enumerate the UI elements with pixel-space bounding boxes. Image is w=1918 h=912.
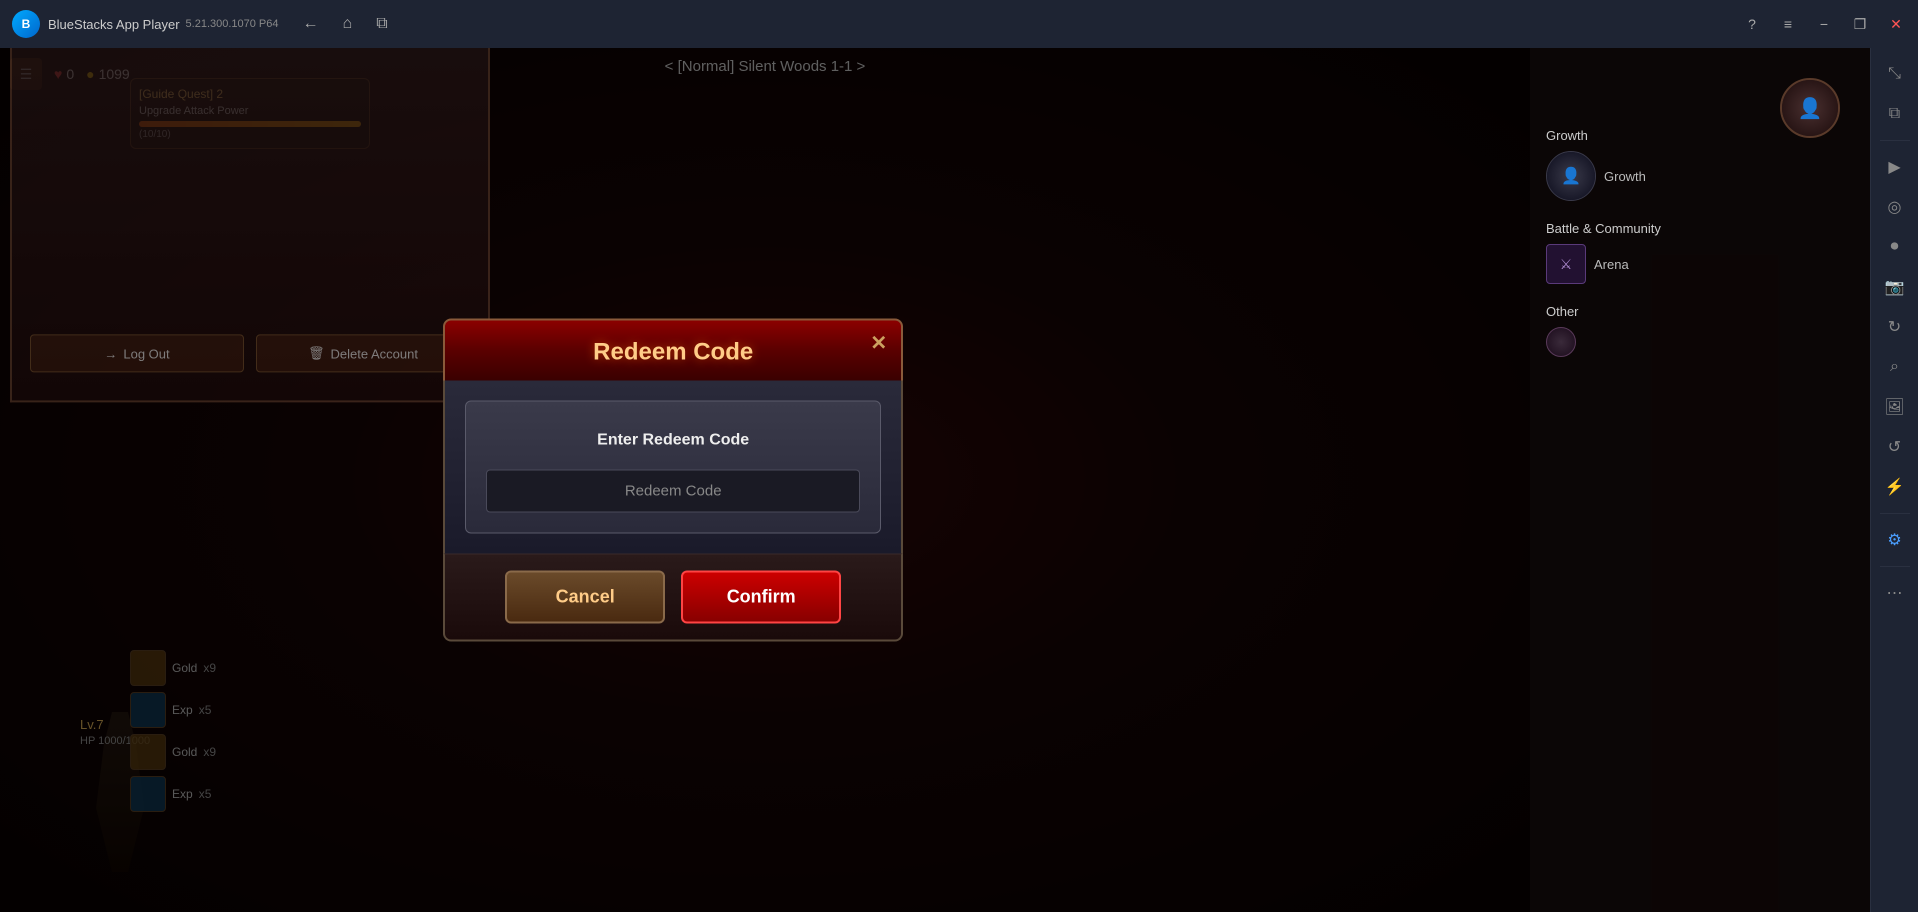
app-title: BlueStacks App Player <box>48 17 180 32</box>
battle-section: Battle & Community ⚔ Arena <box>1546 221 1854 284</box>
bluestacks-sidebar: ⤡ ⧉ ▶ ◎ ⏺ 📷 ↻ ⌕ 🖼 ↺ ⚡ ⚙ ⋯ <box>1870 48 1918 912</box>
redeem-body: Enter Redeem Code <box>443 381 903 554</box>
bs-rotate-btn[interactable]: ↻ <box>1877 309 1913 345</box>
other-content <box>1546 327 1854 357</box>
game-background: ☰ ♥ 0 ● 1099 < [Normal] Silent Woods 1-1… <box>0 48 1530 912</box>
cancel-button[interactable]: Cancel <box>505 571 665 624</box>
separator-2 <box>1880 513 1910 514</box>
battle-symbol: ⚔ <box>1560 256 1573 273</box>
growth-label-text: Growth <box>1604 169 1646 184</box>
confirm-button[interactable]: Confirm <box>681 571 841 624</box>
delete-icon-bg: 🗑 <box>308 345 325 361</box>
maximize-button[interactable]: ❐ <box>1850 14 1870 34</box>
separator-3 <box>1880 566 1910 567</box>
bs-search-btn[interactable]: ⌕ <box>1877 349 1913 385</box>
delete-account-button-bg: 🗑 Delete Account <box>256 334 470 372</box>
redeem-close-button[interactable]: ✕ <box>870 331 887 356</box>
minimize-button[interactable]: − <box>1814 14 1834 34</box>
arena-label: Arena <box>1594 257 1629 272</box>
avatar: 👤 <box>1780 78 1840 138</box>
redeem-footer: Cancel Confirm <box>443 554 903 642</box>
settings-modal-background: Settings ✕ → Log Out 🗑 Delete Account <box>10 48 490 402</box>
bs-record-btn[interactable]: ⏺ <box>1877 229 1913 265</box>
bs-camera-btn[interactable]: ◎ <box>1877 189 1913 225</box>
growth-section: Growth 👤 Growth <box>1546 128 1854 201</box>
home-button[interactable]: ⌂ <box>339 11 357 37</box>
other-icon <box>1546 327 1576 357</box>
redeem-input-area: Enter Redeem Code <box>465 401 881 534</box>
growth-content: 👤 Growth <box>1546 151 1854 201</box>
bs-settings-btn[interactable]: ⚙ <box>1877 522 1913 558</box>
menu-button[interactable]: ≡ <box>1778 14 1798 34</box>
bs-macro-btn[interactable]: ⚡ <box>1877 469 1913 505</box>
settings-body: → Log Out 🗑 Delete Account <box>10 48 490 402</box>
other-title: Other <box>1546 304 1854 319</box>
bs-photo-btn[interactable]: 🖼 <box>1877 389 1913 425</box>
multi-button[interactable]: ⧉ <box>372 11 391 37</box>
delete-label-bg: Delete Account <box>331 346 418 361</box>
redeem-code-input[interactable] <box>486 470 860 513</box>
redeem-title: Redeem Code <box>593 339 753 366</box>
growth-icon: 👤 <box>1561 166 1581 186</box>
settings-bottom-row: → Log Out 🗑 Delete Account <box>30 334 470 372</box>
back-button[interactable]: ← <box>299 11 323 37</box>
logout-icon-bg: → <box>104 346 117 361</box>
close-button[interactable]: ✕ <box>1886 14 1906 34</box>
game-right-panel: 👤 Growth 👤 Growth Battle & Community ⚔ A… <box>1530 48 1870 912</box>
bs-screenshot-btn[interactable]: 📷 <box>1877 269 1913 305</box>
help-button[interactable]: ? <box>1742 14 1762 34</box>
titlebar: B BlueStacks App Player 5.21.300.1070 P6… <box>0 0 1918 48</box>
bs-video-btn[interactable]: ▶ <box>1877 149 1913 185</box>
logout-button-bg: → Log Out <box>30 334 244 372</box>
battle-community-title: Battle & Community <box>1546 221 1854 236</box>
titlebar-nav: ← ⌂ ⧉ <box>299 11 392 37</box>
growth-avatar: 👤 <box>1546 151 1596 201</box>
window-controls: ? ≡ − ❐ ✕ <box>1742 14 1906 34</box>
logout-label-bg: Log Out <box>123 346 169 361</box>
bs-refresh-btn[interactable]: ↺ <box>1877 429 1913 465</box>
bs-expand-btn[interactable]: ⤡ <box>1877 56 1913 92</box>
redeem-label: Enter Redeem Code <box>486 432 860 450</box>
avatar-icon: 👤 <box>1798 96 1823 121</box>
app-logo: B <box>12 10 40 38</box>
app-version: 5.21.300.1070 P64 <box>186 18 279 30</box>
redeem-header: Redeem Code ✕ <box>443 319 903 381</box>
redeem-code-modal: Redeem Code ✕ Enter Redeem Code Cancel C… <box>443 319 903 642</box>
battle-icon: ⚔ <box>1546 244 1586 284</box>
bs-expand2-btn[interactable]: ⧉ <box>1877 96 1913 132</box>
separator-1 <box>1880 140 1910 141</box>
bs-more-btn[interactable]: ⋯ <box>1877 575 1913 611</box>
other-section: Other <box>1546 304 1854 357</box>
battle-content: ⚔ Arena <box>1546 244 1854 284</box>
